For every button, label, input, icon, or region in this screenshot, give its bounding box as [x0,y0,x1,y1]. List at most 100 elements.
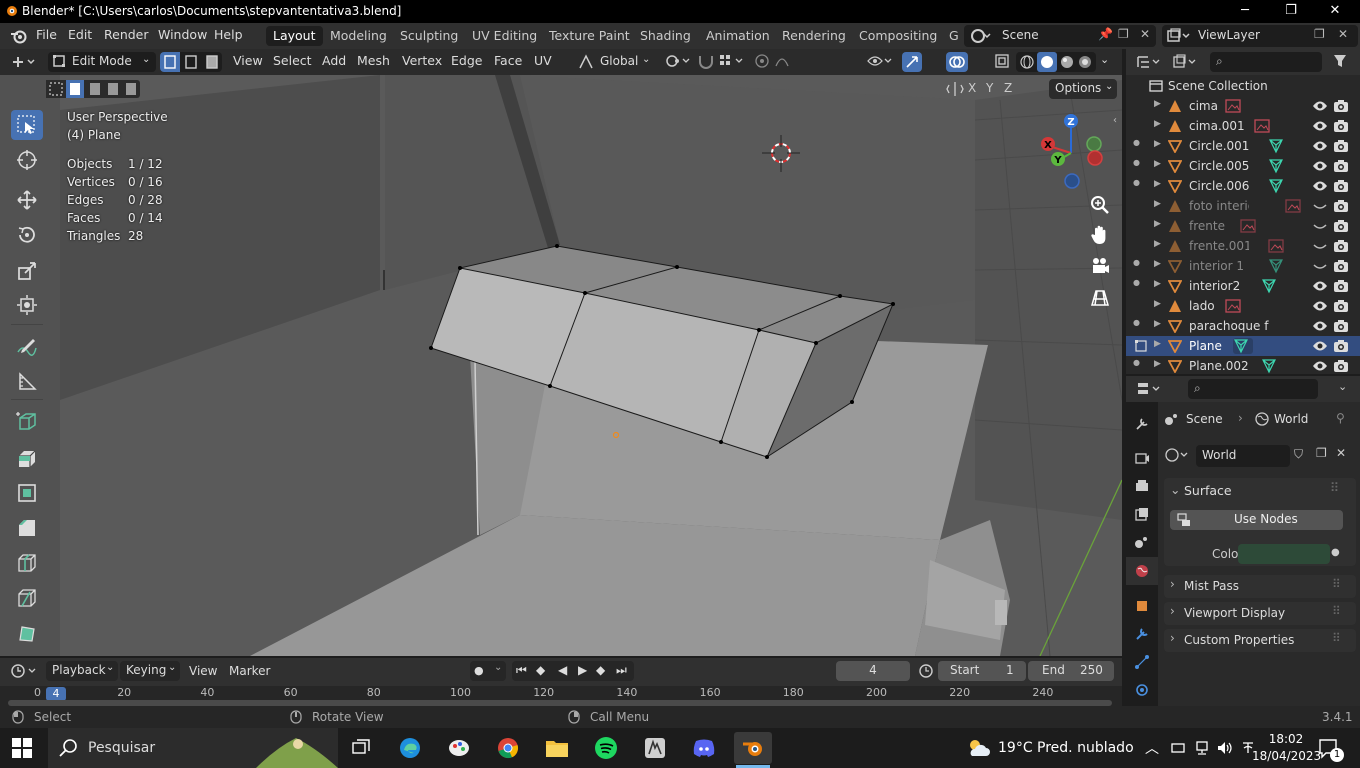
expand-arrow-icon[interactable]: ▶ [1154,359,1161,369]
eye-closed-icon[interactable] [1312,199,1328,213]
eye-icon[interactable] [1312,339,1328,353]
menu-window[interactable]: Window [158,27,207,42]
tab-layout[interactable]: Layout [266,26,323,46]
blender-taskbar-icon[interactable] [734,732,772,764]
eye-closed-icon[interactable] [1312,219,1328,233]
inset-tool[interactable] [11,478,43,508]
edit-toggle-dot-icon[interactable]: ● [1133,158,1140,167]
outliner-item[interactable]: ● ▶ interior2 [1126,276,1360,296]
visibility-toggle-icon[interactable] [866,53,894,69]
edit-toggle-dot-icon[interactable]: ● [1133,258,1140,267]
render-camera-icon[interactable] [1333,119,1349,133]
outliner-item[interactable]: ● ▶ Circle.001 [1126,136,1360,156]
outliner-item[interactable]: ▶ cima [1126,96,1360,116]
mesh-data-icon[interactable] [1268,258,1286,274]
render-camera-icon[interactable] [1333,199,1349,213]
delete-view-layer-icon[interactable]: ✕ [1338,27,1348,41]
chevron-up-icon[interactable]: ︿ [1145,738,1159,758]
menu-mesh[interactable]: Mesh [357,53,390,68]
outliner-item[interactable]: ● ▶ Circle.005 [1126,156,1360,176]
display-mode-icon[interactable] [1172,54,1200,70]
render-camera-icon[interactable] [1333,159,1349,173]
menu-face[interactable]: Face [494,53,522,68]
scale-tool[interactable] [11,256,43,286]
weather-text[interactable]: 19°C Pred. nublado [998,740,1134,756]
image-data-icon[interactable] [1225,299,1242,313]
tab-texture-paint[interactable]: Texture Paint [542,26,637,46]
eye-icon[interactable] [1312,359,1328,373]
render-camera-icon[interactable] [1333,299,1349,313]
render-camera-icon[interactable] [1333,139,1349,153]
tab-shading[interactable]: Shading [633,26,698,46]
edit-toggle-dot-icon[interactable]: ● [1133,138,1140,147]
end-frame-field[interactable]: End 250 [1028,661,1114,681]
gizmo-toggle-icon[interactable] [902,52,922,72]
move-tool[interactable] [11,185,43,215]
particles-tab-icon[interactable] [1134,654,1150,670]
drag-handle-icon[interactable]: ⠿ [1330,480,1339,495]
render-camera-icon[interactable] [1333,259,1349,273]
clock-date[interactable]: 18/04/2023 [1252,749,1321,763]
app-icon[interactable] [636,732,674,764]
image-data-icon[interactable] [1268,239,1284,253]
tool-tab-icon[interactable] [1134,416,1150,432]
jump-end-icon[interactable]: ⏭ [616,663,627,678]
outliner-item[interactable]: ● ▶ Circle.006 [1126,176,1360,196]
expand-arrow-icon[interactable]: ▶ [1154,139,1161,149]
image-data-icon[interactable] [1285,199,1301,213]
tab-rendering[interactable]: Rendering [775,26,853,46]
render-camera-icon[interactable] [1333,339,1349,353]
timeline-editor-type-icon[interactable] [10,663,40,679]
loop-cut-tool[interactable] [11,548,43,578]
eye-icon[interactable] [1312,139,1328,153]
clock-icon[interactable] [918,663,934,679]
volume-icon[interactable] [1216,740,1234,756]
close-button[interactable]: ✕ [1312,0,1358,23]
snap-icon[interactable] [697,53,715,69]
mirror-icon[interactable] [946,81,964,97]
outliner-item[interactable]: ● ▶ interior 1 [1126,256,1360,276]
timeline-ruler[interactable]: 0 20 40 60 80 100 120 140 160 180 200 220 240 4 [0,686,1122,706]
expand-arrow-icon[interactable]: ▶ [1154,239,1161,249]
world-tab-active[interactable] [1126,557,1158,585]
use-nodes-button[interactable]: Use Nodes [1170,510,1343,530]
orthographic-grid-icon[interactable] [1088,285,1112,309]
weather-cloud-icon[interactable] [966,738,992,758]
image-data-icon[interactable] [1225,99,1242,113]
mesh-data-icon[interactable] [1268,138,1286,154]
discord-icon[interactable] [685,732,723,764]
fake-user-shield-icon[interactable]: ⛉ [1294,447,1303,462]
menu-edit[interactable]: Edit [68,27,92,42]
eye-icon[interactable] [1312,179,1328,193]
task-view-icon[interactable] [342,732,380,764]
file-explorer-icon[interactable] [538,732,576,764]
snap-target-icon[interactable] [718,53,748,69]
outliner-item[interactable]: ▶ Plane [1126,336,1360,356]
render-camera-icon[interactable] [1333,239,1349,253]
meet-now-icon[interactable] [1170,740,1186,756]
properties-editor-type-icon[interactable] [1136,381,1164,397]
world-color-swatch[interactable] [1238,544,1330,564]
spotify-icon[interactable] [587,732,625,764]
expand-arrow-icon[interactable]: ▶ [1154,339,1161,349]
poly-build-tool[interactable] [11,619,43,649]
render-camera-icon[interactable] [1333,319,1349,333]
menu-file[interactable]: File [36,27,57,42]
maximize-button[interactable]: ❐ [1268,0,1314,23]
eye-icon[interactable] [1312,299,1328,313]
new-scene-icon[interactable]: ❐ [1118,27,1129,41]
3d-viewport[interactable]: User Perspective (4) Plane Objects 1 / 1… [0,75,1122,656]
edit-toggle-dot-icon[interactable]: ● [1133,178,1140,187]
output-tab-icon[interactable] [1134,478,1150,494]
overlays-toggle-icon[interactable] [946,52,968,72]
timeline-view-menu[interactable]: View [189,664,217,678]
transform-orientation-dropdown[interactable]: Global ⌄ [576,52,654,72]
outliner-item[interactable]: ● ▶ parachoque frente [1126,316,1360,336]
current-frame-field[interactable]: 4 [836,661,910,681]
modifier-tab-icon[interactable] [1134,626,1150,642]
expand-arrow-icon[interactable]: ▶ [1154,319,1161,329]
next-keyframe-icon[interactable]: ◆ [596,663,605,677]
pin-icon[interactable]: 📌 [1098,27,1113,41]
eye-icon[interactable] [1312,279,1328,293]
outliner-item[interactable]: ▶ cima.001 [1126,116,1360,136]
